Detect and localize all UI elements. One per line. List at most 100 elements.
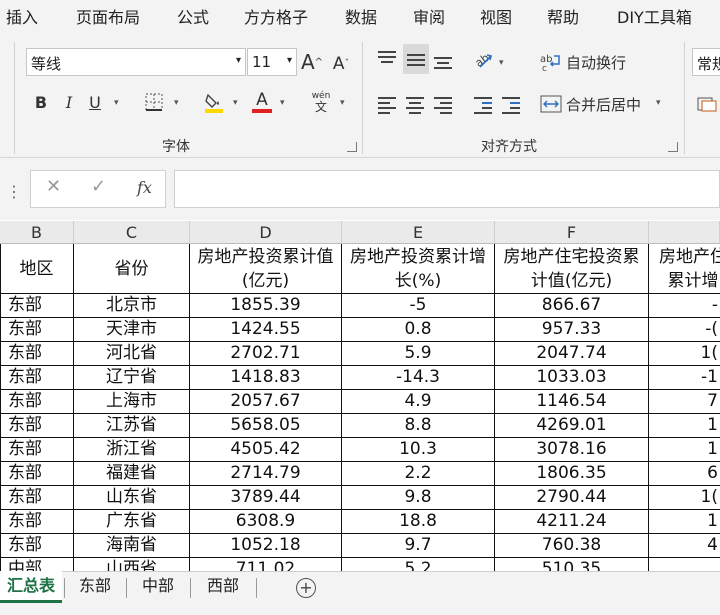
tab-diy-toolbox[interactable]: DIY工具箱 [617, 4, 692, 28]
table-cell-investment[interactable]: 1052.18 [190, 534, 342, 558]
tab-ffcell[interactable]: 方方格子 [244, 4, 308, 28]
table-cell-province[interactable]: 福建省 [74, 462, 190, 486]
font-dialog-launcher[interactable] [347, 142, 357, 152]
chevron-down-icon[interactable]: ▾ [499, 58, 504, 68]
add-sheet-icon[interactable]: + [296, 578, 316, 598]
table-cell-region[interactable]: 东部 [0, 510, 74, 534]
table-cell-residential-growth[interactable]: 1 [649, 438, 720, 462]
align-middle-button[interactable] [403, 44, 429, 74]
table-cell-province[interactable]: 北京市 [74, 294, 190, 318]
align-left-icon[interactable] [378, 94, 396, 117]
table-cell-residential-investment[interactable]: 1806.35 [495, 462, 649, 486]
borders-button[interactable] [143, 90, 165, 114]
table-cell-investment-growth[interactable]: 9.8 [342, 486, 495, 510]
table-cell-province[interactable]: 海南省 [74, 534, 190, 558]
column-header-c[interactable]: C [74, 221, 190, 244]
tab-page-layout[interactable]: 页面布局 [76, 4, 140, 28]
table-cell-region[interactable]: 东部 [0, 534, 74, 558]
column-header-b[interactable]: B [0, 221, 74, 244]
table-cell-province[interactable]: 辽宁省 [74, 366, 190, 390]
column-header-e[interactable]: E [342, 221, 495, 244]
table-cell-residential-investment[interactable]: 1033.03 [495, 366, 649, 390]
table-cell-investment[interactable]: 3789.44 [190, 486, 342, 510]
table-cell-residential-investment[interactable]: 760.38 [495, 534, 649, 558]
table-cell-region[interactable]: 东部 [0, 318, 74, 342]
table-cell-investment-growth[interactable]: 5.9 [342, 342, 495, 366]
increase-indent-icon[interactable] [502, 94, 520, 117]
phonetic-guide-button[interactable]: wén 文 [308, 88, 334, 116]
table-cell-residential-growth[interactable]: 1 [649, 510, 720, 534]
header-cell-investment-growth[interactable]: 房地产投资累计增长(%) [342, 244, 495, 294]
fill-color-button[interactable] [203, 88, 225, 116]
table-cell-residential-growth[interactable]: 1( [649, 486, 720, 510]
header-cell-region[interactable]: 地区 [0, 244, 74, 294]
orientation-button[interactable]: ab [473, 46, 495, 74]
sheet-tab-summary[interactable]: 汇总表 [0, 571, 62, 603]
insert-function-icon[interactable]: fx [137, 178, 152, 197]
header-cell-province[interactable]: 省份 [74, 244, 190, 294]
wrap-text-button[interactable]: ab c 自动换行 [540, 48, 626, 76]
number-format-box[interactable]: 常规 [692, 48, 720, 76]
table-cell-region[interactable]: 东部 [0, 462, 74, 486]
align-center-icon[interactable] [406, 94, 424, 117]
cancel-icon[interactable]: ✕ [46, 176, 61, 197]
sheet-tab-east[interactable]: 东部 [66, 571, 124, 603]
table-cell-investment[interactable]: 2714.79 [190, 462, 342, 486]
table-cell-residential-investment[interactable]: 2047.74 [495, 342, 649, 366]
align-bottom-icon[interactable] [434, 54, 452, 72]
table-cell-residential-growth[interactable]: 1( [649, 342, 720, 366]
table-cell-residential-growth[interactable]: 4 [649, 534, 720, 558]
table-cell-region[interactable]: 东部 [0, 390, 74, 414]
chevron-down-icon[interactable]: ▾ [233, 98, 238, 108]
decrease-indent-icon[interactable] [474, 94, 492, 117]
align-right-icon[interactable] [434, 94, 452, 117]
table-cell-province[interactable]: 河北省 [74, 342, 190, 366]
alignment-dialog-launcher[interactable] [668, 142, 678, 152]
table-cell-province[interactable]: 江苏省 [74, 414, 190, 438]
table-cell-region[interactable]: 东部 [0, 414, 74, 438]
underline-button[interactable]: U [84, 90, 106, 114]
table-cell-investment[interactable]: 6308.9 [190, 510, 342, 534]
table-cell-region[interactable]: 东部 [0, 486, 74, 510]
table-cell-region[interactable]: 东部 [0, 366, 74, 390]
table-cell-investment-growth[interactable]: 18.8 [342, 510, 495, 534]
column-header-f[interactable]: F [495, 221, 649, 244]
table-cell-investment[interactable]: 2057.67 [190, 390, 342, 414]
table-cell-residential-investment[interactable]: 2790.44 [495, 486, 649, 510]
table-cell-province[interactable]: 浙江省 [74, 438, 190, 462]
table-cell-residential-growth[interactable]: -1 [649, 366, 720, 390]
table-cell-investment-growth[interactable]: 8.8 [342, 414, 495, 438]
table-cell-investment-growth[interactable]: 10.3 [342, 438, 495, 462]
sheet-tab-central[interactable]: 中部 [128, 571, 188, 603]
column-header-d[interactable]: D [190, 221, 342, 244]
table-cell-residential-investment[interactable]: 4211.24 [495, 510, 649, 534]
more-dots-icon[interactable]: ⋮ [6, 182, 22, 201]
table-cell-investment-growth[interactable]: 4.9 [342, 390, 495, 414]
chevron-down-icon[interactable]: ▾ [114, 98, 119, 108]
header-cell-residential-investment[interactable]: 房地产住宅投资累计值(亿元) [495, 244, 649, 294]
table-cell-province[interactable]: 山东省 [74, 486, 190, 510]
table-cell-investment-growth[interactable]: 2.2 [342, 462, 495, 486]
formula-input[interactable] [174, 170, 720, 208]
table-cell-region[interactable]: 东部 [0, 342, 74, 366]
table-cell-province[interactable]: 天津市 [74, 318, 190, 342]
table-cell-investment-growth[interactable]: 9.7 [342, 534, 495, 558]
table-cell-investment[interactable]: 4505.42 [190, 438, 342, 462]
chevron-down-icon[interactable]: ▾ [174, 98, 179, 108]
table-cell-region[interactable]: 东部 [0, 294, 74, 318]
table-cell-investment[interactable]: 2702.71 [190, 342, 342, 366]
table-cell-residential-growth[interactable]: - [649, 294, 720, 318]
tab-formulas[interactable]: 公式 [177, 4, 209, 28]
table-cell-residential-investment[interactable]: 4269.01 [495, 414, 649, 438]
font-color-button[interactable]: A [251, 88, 273, 116]
table-cell-investment-growth[interactable]: 0.8 [342, 318, 495, 342]
bold-button[interactable]: B [30, 90, 52, 114]
table-cell-province[interactable]: 广东省 [74, 510, 190, 534]
tab-view[interactable]: 视图 [480, 4, 512, 28]
sheet-tab-west[interactable]: 西部 [192, 571, 254, 603]
grow-font-button[interactable]: A ^ [300, 48, 324, 76]
enter-check-icon[interactable]: ✓ [91, 176, 106, 197]
italic-button[interactable]: I [58, 90, 80, 114]
table-cell-investment-growth[interactable]: -14.3 [342, 366, 495, 390]
tab-insert[interactable]: 插入 [6, 4, 38, 28]
